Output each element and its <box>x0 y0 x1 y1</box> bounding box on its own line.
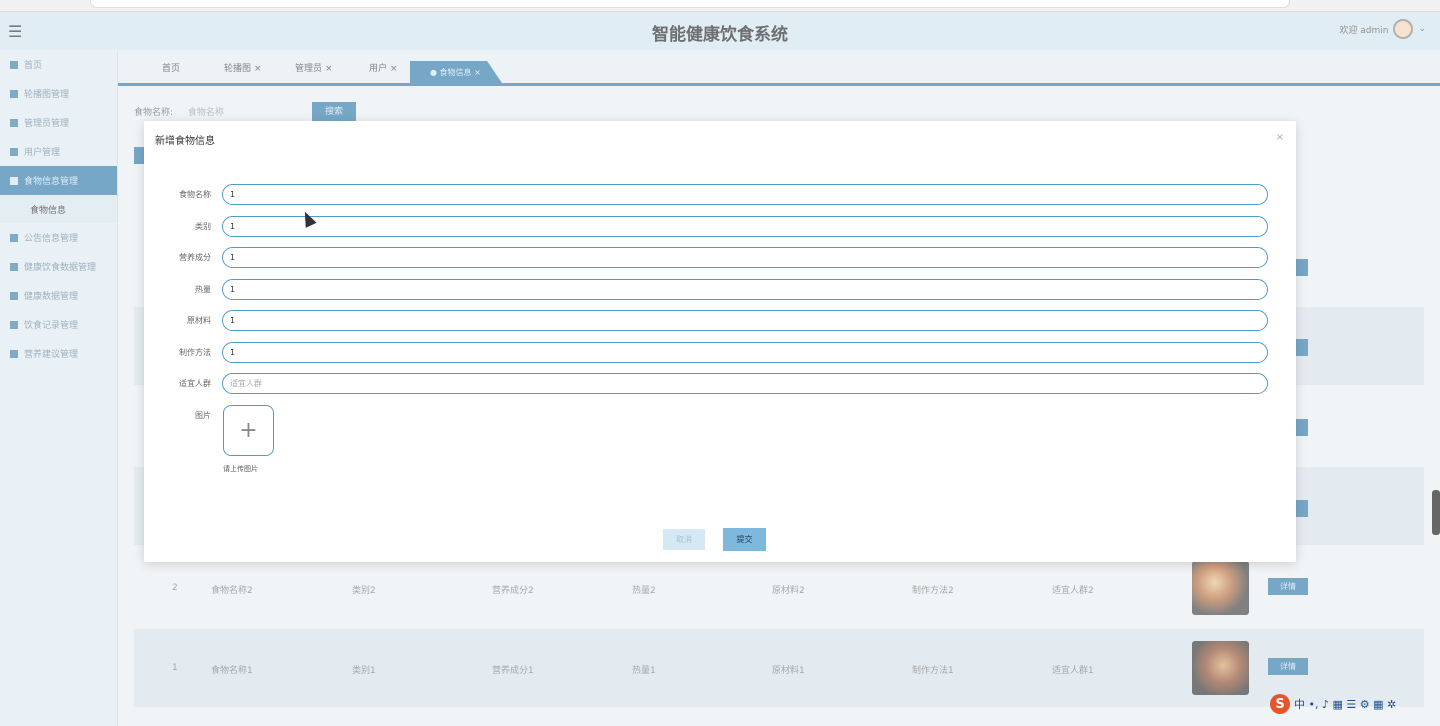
form-row-nutrition: 营养成分 <box>144 247 1296 269</box>
upload-hint: 请上传图片 <box>223 465 258 473</box>
dialog-title: 新增食物信息 <box>155 136 215 147</box>
field-label: 类别 <box>195 222 211 231</box>
field-label: 热量 <box>195 285 211 294</box>
image-upload-button[interactable]: + <box>223 405 274 456</box>
calories-input[interactable] <box>222 279 1268 300</box>
form-row-calories: 热量 <box>144 279 1296 301</box>
browser-toolbar <box>0 0 1440 12</box>
category-input[interactable] <box>222 216 1268 237</box>
address-bar[interactable] <box>90 0 1290 8</box>
close-icon[interactable]: × <box>1276 132 1284 143</box>
field-label: 营养成分 <box>179 253 211 262</box>
submit-button[interactable]: 提交 <box>723 528 766 551</box>
field-label: 适宜人群 <box>179 379 211 388</box>
plus-icon: + <box>239 418 258 443</box>
ime-toolbar: S 中 •, ♪ ▦ ☰ ⚙ ▦ ✲ <box>1270 694 1396 714</box>
field-label: 图片 <box>195 411 211 420</box>
form-row-name: 食物名称 <box>144 184 1296 206</box>
nutrition-input[interactable] <box>222 247 1268 268</box>
ingredients-input[interactable] <box>222 310 1268 331</box>
scroll-handle[interactable] <box>1432 490 1440 535</box>
form-row-method: 制作方法 <box>144 342 1296 364</box>
field-label: 原材料 <box>187 316 211 325</box>
field-label: 制作方法 <box>179 348 211 357</box>
food-name-input[interactable] <box>222 184 1268 205</box>
cancel-button[interactable]: 取消 <box>663 529 705 550</box>
field-label: 食物名称 <box>179 190 211 199</box>
method-input[interactable] <box>222 342 1268 363</box>
sogou-logo-icon[interactable]: S <box>1270 694 1290 714</box>
ime-items[interactable]: 中 •, ♪ ▦ ☰ ⚙ ▦ ✲ <box>1294 696 1396 712</box>
crowd-input[interactable] <box>222 373 1268 394</box>
form-row-image: 图片 <box>144 405 1296 427</box>
form-row-crowd: 适宜人群 <box>144 373 1296 395</box>
form-row-category: 类别 <box>144 216 1296 238</box>
add-food-dialog: 新增食物信息 × 食物名称 类别 营养成分 热量 原材料 制作方法 适宜人群 图… <box>144 121 1296 562</box>
form-row-ingredients: 原材料 <box>144 310 1296 332</box>
